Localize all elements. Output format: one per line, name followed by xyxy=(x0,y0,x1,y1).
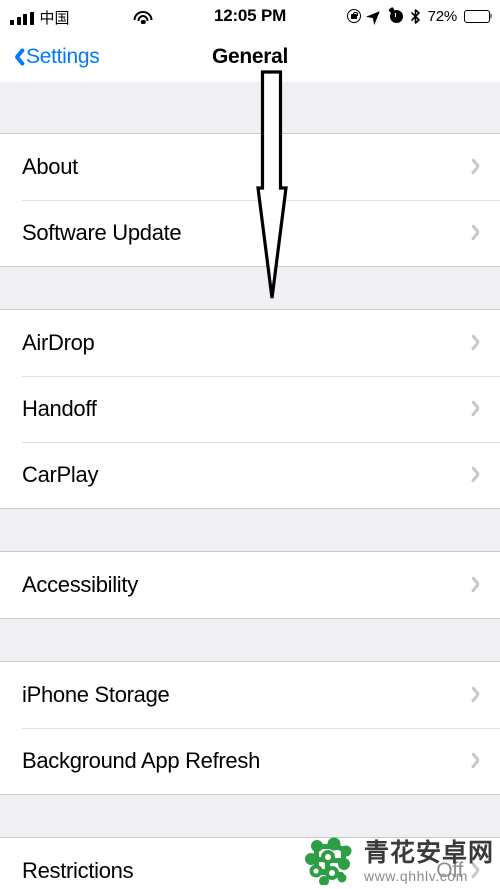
bluetooth-icon xyxy=(410,8,421,24)
settings-row-label: AirDrop xyxy=(22,330,95,355)
disclosure-chevron-icon xyxy=(475,157,486,177)
settings-row-label: Restrictions xyxy=(22,858,134,883)
settings-group: Accessibility xyxy=(0,551,500,619)
disclosure-chevron-icon xyxy=(475,751,486,771)
navigation-bar: Settings General xyxy=(0,32,500,82)
settings-row[interactable]: iPhone Storage xyxy=(0,662,500,728)
group-spacer xyxy=(0,82,500,133)
disclosure-chevron-icon xyxy=(475,399,486,419)
iphone-settings-screen: 中国 12:05 PM 72% Settings General About So… xyxy=(0,0,500,889)
location-arrow-icon xyxy=(368,9,383,24)
settings-row-label: Background App Refresh xyxy=(22,748,260,773)
settings-group: AirDrop Handoff CarPlay xyxy=(0,309,500,509)
settings-row[interactable]: About xyxy=(0,134,500,200)
status-bar: 中国 12:05 PM 72% xyxy=(0,0,500,32)
disclosure-chevron-icon xyxy=(475,223,486,243)
group-spacer xyxy=(0,509,500,551)
watermark-url: www.qhhlv.com xyxy=(363,867,469,884)
disclosure-chevron-icon xyxy=(475,685,486,705)
watermark-text: 青花安卓网 www.qhhlv.com xyxy=(364,840,494,883)
alarm-clock-icon xyxy=(389,9,403,23)
chevron-left-icon xyxy=(10,46,23,68)
disclosure-chevron-icon xyxy=(475,465,486,485)
watermark-logo-icon xyxy=(304,837,356,886)
watermark: 青花安卓网 www.qhhlv.com xyxy=(304,837,494,886)
settings-row[interactable]: CarPlay xyxy=(0,442,500,508)
battery-percent-label: 72% xyxy=(427,7,458,25)
settings-row-label: Software Update xyxy=(22,220,182,245)
group-spacer xyxy=(0,795,500,837)
settings-row-label: iPhone Storage xyxy=(22,682,170,707)
settings-row[interactable]: Software Update xyxy=(0,200,500,266)
group-spacer xyxy=(0,619,500,661)
settings-list: About Software Update AirDrop Handoff CarPla… xyxy=(0,82,500,889)
settings-group: iPhone Storage Background App Refresh xyxy=(0,661,500,795)
settings-row[interactable]: Accessibility xyxy=(0,552,500,618)
settings-row[interactable]: Handoff xyxy=(0,376,500,442)
back-button[interactable]: Settings xyxy=(10,45,100,69)
settings-row[interactable]: AirDrop xyxy=(0,310,500,376)
settings-group: About Software Update xyxy=(0,133,500,267)
settings-row-label: Accessibility xyxy=(22,572,138,597)
back-button-label: Settings xyxy=(26,45,100,68)
settings-row-label: Handoff xyxy=(22,396,97,421)
rotation-lock-icon xyxy=(346,9,361,23)
disclosure-chevron-icon xyxy=(475,333,486,353)
watermark-site-name: 青花安卓网 xyxy=(363,837,494,867)
disclosure-chevron-icon xyxy=(475,575,486,595)
status-bar-right: 72% xyxy=(346,7,490,25)
settings-row-label: CarPlay xyxy=(22,462,99,487)
settings-row[interactable]: Background App Refresh xyxy=(0,728,500,794)
group-spacer xyxy=(0,267,500,309)
settings-row-label: About xyxy=(22,154,78,179)
battery-icon xyxy=(464,9,490,23)
